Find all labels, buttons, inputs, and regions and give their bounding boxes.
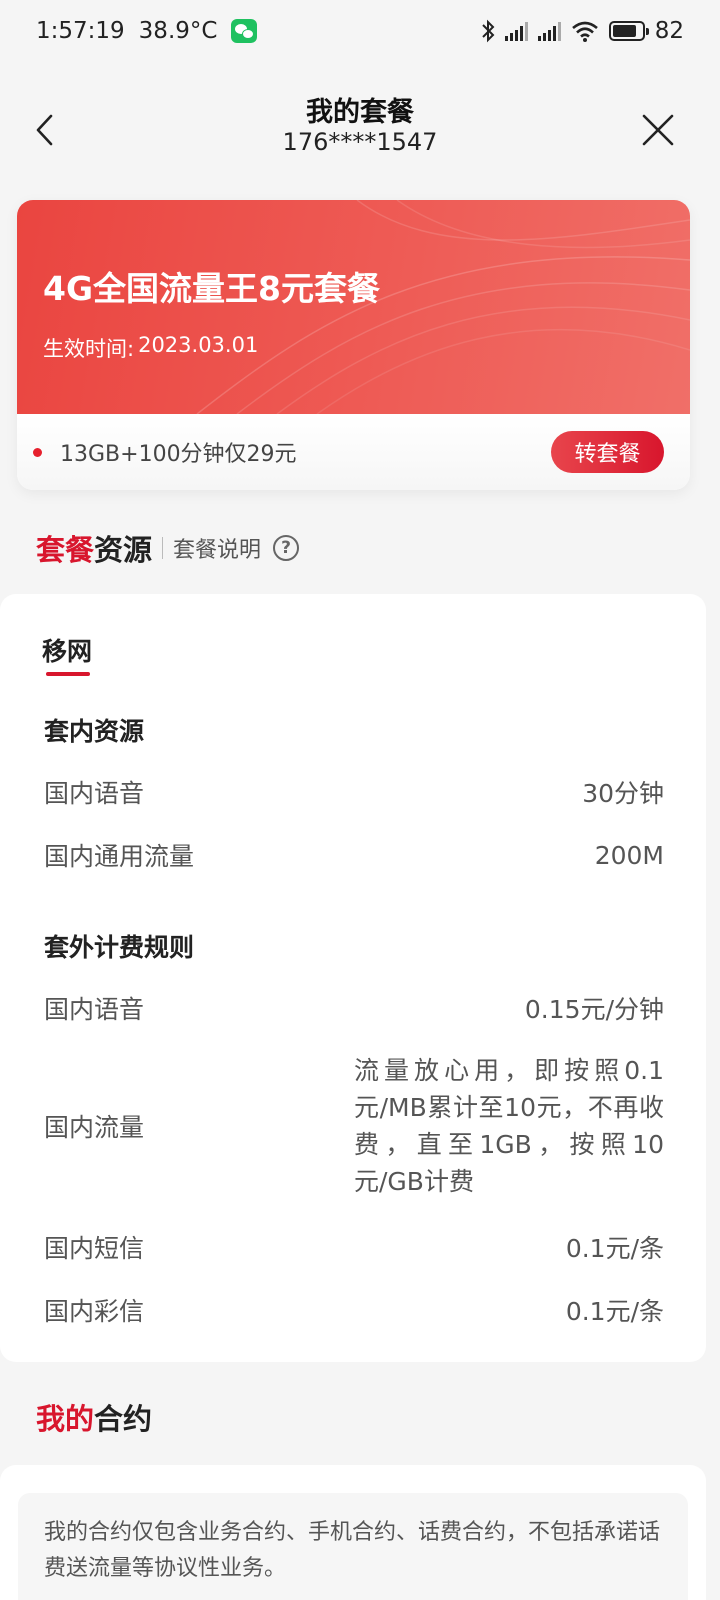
battery-level: 82 xyxy=(654,18,684,44)
section-title: 套餐资源 xyxy=(36,533,153,567)
status-right: 82 xyxy=(481,18,684,44)
help-icon[interactable]: ? xyxy=(273,535,300,561)
nav-bar: 我的套餐 176****1547 xyxy=(0,80,720,180)
contract-title: 我的合约 xyxy=(36,1402,153,1436)
tab-indicator xyxy=(46,672,90,676)
effective-label: 生效时间: xyxy=(43,337,135,361)
plan-description-link[interactable]: 套餐说明 xyxy=(173,532,261,564)
resources-card: 移网 套内资源 国内语音 30分钟 国内通用流量 200M 套外计费规则 国内语… xyxy=(0,594,706,1362)
close-icon[interactable] xyxy=(636,108,680,152)
contract-card: 我的合约仅包含业务合约、手机合约、话费合约，不包括承诺话费送流量等协议性业务。 xyxy=(0,1465,706,1600)
list-item: 国内语音 0.15元/分钟 xyxy=(44,995,664,1024)
phone-number: 176****1547 xyxy=(282,128,438,156)
signal-icon xyxy=(504,21,528,41)
bluetooth-icon xyxy=(482,19,495,43)
signal-icon xyxy=(537,21,561,41)
battery-icon xyxy=(608,21,649,41)
list-item: 国内短信 0.1元/条 xyxy=(44,1234,664,1263)
divider xyxy=(162,537,164,559)
promo-text: 13GB+100分钟仅29元 xyxy=(60,442,297,467)
list-item: 国内语音 30分钟 xyxy=(44,779,664,808)
list-item: 国内彩信 0.1元/条 xyxy=(44,1297,664,1326)
status-left: 1:57:19 38.9°C xyxy=(36,18,258,44)
resources-header: 套餐资源 套餐说明 ? xyxy=(36,526,300,570)
plan-name: 4G全国流量王8元套餐 xyxy=(43,269,381,308)
page-title: 我的套餐 xyxy=(306,97,414,128)
included-title: 套内资源 xyxy=(44,717,145,746)
list-item: 国内通用流量 200M xyxy=(44,840,664,872)
status-temperature: 38.9°C xyxy=(138,18,218,44)
wifi-icon xyxy=(571,21,598,42)
bullet-dot xyxy=(33,447,42,457)
plan-header: 4G全国流量王8元套餐 生效时间: 2023.03.01 xyxy=(17,200,690,414)
tab-mobile-network[interactable]: 移网 xyxy=(42,632,92,668)
plan-effective: 生效时间: 2023.03.01 xyxy=(43,333,258,363)
overage-title: 套外计费规则 xyxy=(44,933,195,962)
plan-card: 4G全国流量王8元套餐 生效时间: 2023.03.01 13GB+100分钟仅… xyxy=(17,200,690,490)
status-time: 1:57:19 xyxy=(36,18,125,44)
list-item: 国内流量 流量放心用，即按照0.1元/MB累计至10元，不再收费，直至1GB，按… xyxy=(44,1056,664,1196)
wechat-icon xyxy=(231,19,258,43)
switch-plan-button[interactable]: 转套餐 xyxy=(551,431,664,473)
contract-note: 我的合约仅包含业务合约、手机合约、话费合约，不包括承诺话费送流量等协议性业务。 xyxy=(18,1493,688,1600)
plan-promo-bar: 13GB+100分钟仅29元 转套餐 xyxy=(17,414,690,490)
status-bar: 1:57:19 38.9°C 82 xyxy=(0,0,720,62)
effective-date: 2023.03.01 xyxy=(138,333,259,357)
